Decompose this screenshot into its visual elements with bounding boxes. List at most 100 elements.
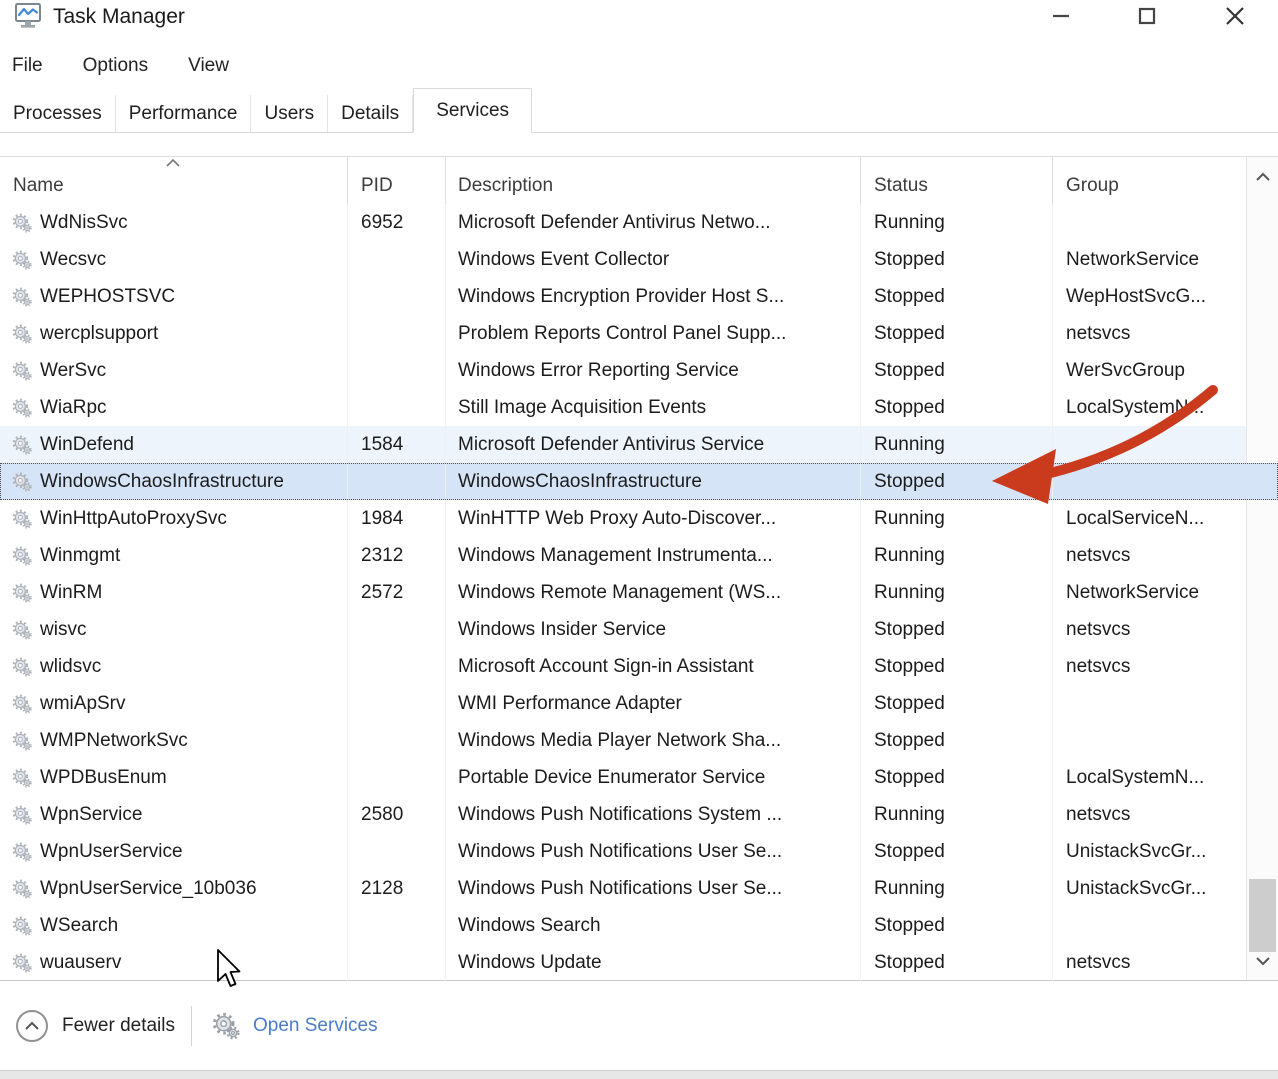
service-name: WEPHOSTSVC xyxy=(40,286,175,308)
service-row[interactable]: WPDBusEnum Portable Device Enumerator Se… xyxy=(0,759,1278,796)
table-body: WdNisSvc 6952 Microsoft Defender Antivir… xyxy=(0,204,1278,981)
window-title: Task Manager xyxy=(53,2,185,29)
service-name: Wecsvc xyxy=(40,249,106,271)
tab-users[interactable]: Users xyxy=(251,95,328,132)
column-header-group[interactable]: Group xyxy=(1052,157,1246,204)
service-status: Stopped xyxy=(860,685,1052,722)
service-pid: 6952 xyxy=(347,204,445,241)
service-row[interactable]: WSearch Windows Search Stopped xyxy=(0,907,1278,944)
service-row[interactable]: WpnUserService Windows Push Notification… xyxy=(0,833,1278,870)
menu-file[interactable]: File xyxy=(12,51,43,81)
scrollbar-thumb[interactable] xyxy=(1249,879,1276,952)
service-row[interactable]: WdNisSvc 6952 Microsoft Defender Antivir… xyxy=(0,204,1278,241)
service-gear-icon xyxy=(12,842,32,862)
service-description: WMI Performance Adapter xyxy=(445,685,860,722)
scroll-up-button[interactable] xyxy=(1247,161,1278,191)
service-status: Stopped xyxy=(860,648,1052,685)
menu-view[interactable]: View xyxy=(188,51,229,81)
service-row[interactable]: WpnService 2580 Windows Push Notificatio… xyxy=(0,796,1278,833)
service-row[interactable]: WinDefend 1584 Microsoft Defender Antivi… xyxy=(0,426,1278,463)
service-description: Windows Error Reporting Service xyxy=(445,352,860,389)
service-row[interactable]: WinHttpAutoProxySvc 1984 WinHTTP Web Pro… xyxy=(0,500,1278,537)
service-row[interactable]: WEPHOSTSVC Windows Encryption Provider H… xyxy=(0,278,1278,315)
tab-processes[interactable]: Processes xyxy=(0,95,116,132)
column-header-status[interactable]: Status xyxy=(860,157,1052,204)
service-description: Windows Search xyxy=(445,907,860,944)
maximize-button[interactable] xyxy=(1124,0,1170,32)
service-name-cell: WindowsChaosInfrastructure xyxy=(0,463,347,500)
service-group xyxy=(1052,685,1246,722)
open-services-link[interactable]: Open Services xyxy=(212,1012,378,1040)
column-header-description[interactable]: Description xyxy=(445,157,860,204)
service-gear-icon xyxy=(12,546,32,566)
service-name-cell: WMPNetworkSvc xyxy=(0,722,347,759)
service-name-cell: WinDefend xyxy=(0,426,347,463)
service-name: wuauserv xyxy=(40,952,121,974)
service-row[interactable]: WerSvc Windows Error Reporting Service S… xyxy=(0,352,1278,389)
services-list: Name PID Description Status Group WdNisS… xyxy=(0,156,1278,981)
service-status: Running xyxy=(860,574,1052,611)
service-pid: 2572 xyxy=(347,574,445,611)
service-gear-icon xyxy=(12,620,32,640)
service-row[interactable]: Winmgmt 2312 Windows Management Instrume… xyxy=(0,537,1278,574)
service-status: Running xyxy=(860,870,1052,907)
service-gear-icon xyxy=(12,398,32,418)
service-row[interactable]: wercplsupport Problem Reports Control Pa… xyxy=(0,315,1278,352)
tab-content-gap xyxy=(0,133,1278,156)
service-status: Running xyxy=(860,796,1052,833)
service-name-cell: Wecsvc xyxy=(0,241,347,278)
tab-services[interactable]: Services xyxy=(413,88,532,133)
tab-performance[interactable]: Performance xyxy=(116,95,252,132)
minimize-icon xyxy=(1050,5,1072,27)
minimize-button[interactable] xyxy=(1038,0,1084,32)
service-name-cell: WerSvc xyxy=(0,352,347,389)
menu-options[interactable]: Options xyxy=(83,51,148,81)
service-description: WinHTTP Web Proxy Auto-Discover... xyxy=(445,500,860,537)
service-row[interactable]: WinRM 2572 Windows Remote Management (WS… xyxy=(0,574,1278,611)
tab-details[interactable]: Details xyxy=(328,95,413,132)
service-row[interactable]: WMPNetworkSvc Windows Media Player Netwo… xyxy=(0,722,1278,759)
service-name: WpnService xyxy=(40,804,142,826)
service-status: Stopped xyxy=(860,315,1052,352)
footer-divider xyxy=(191,1006,192,1046)
title-bar: Task Manager xyxy=(0,0,1278,44)
service-row[interactable]: WiaRpc Still Image Acquisition Events St… xyxy=(0,389,1278,426)
service-group: LocalSystemN... xyxy=(1052,389,1246,426)
service-row[interactable]: wisvc Windows Insider Service Stopped ne… xyxy=(0,611,1278,648)
service-row[interactable]: wmiApSrv WMI Performance Adapter Stopped xyxy=(0,685,1278,722)
service-row[interactable]: WindowsChaosInfrastructure WindowsChaosI… xyxy=(0,463,1278,500)
column-header-name[interactable]: Name xyxy=(0,157,347,204)
fewer-details-label: Fewer details xyxy=(62,1015,175,1037)
column-header-pid[interactable]: PID xyxy=(347,157,445,204)
service-name: WpnUserService_10b036 xyxy=(40,878,257,900)
service-group: netsvcs xyxy=(1052,611,1246,648)
service-group: UnistackSvcGr... xyxy=(1052,833,1246,870)
service-row[interactable]: WpnUserService_10b036 2128 Windows Push … xyxy=(0,870,1278,907)
service-name: WinDefend xyxy=(40,434,134,456)
maximize-icon xyxy=(1136,5,1158,27)
service-description: Microsoft Account Sign-in Assistant xyxy=(445,648,860,685)
close-button[interactable] xyxy=(1212,0,1258,32)
service-row[interactable]: wuauserv Windows Update Stopped netsvcs xyxy=(0,944,1278,981)
fewer-details-button[interactable]: Fewer details xyxy=(16,1010,175,1042)
service-name-cell: WEPHOSTSVC xyxy=(0,278,347,315)
vertical-scrollbar[interactable] xyxy=(1246,157,1278,980)
service-gear-icon xyxy=(12,731,32,751)
service-group: NetworkService xyxy=(1052,241,1246,278)
service-gear-icon xyxy=(12,916,32,936)
service-status: Stopped xyxy=(860,611,1052,648)
service-row[interactable]: Wecsvc Windows Event Collector Stopped N… xyxy=(0,241,1278,278)
service-gear-icon xyxy=(12,805,32,825)
service-gear-icon xyxy=(12,287,32,307)
menu-bar: File Options View xyxy=(0,44,1278,88)
service-name: WinHttpAutoProxySvc xyxy=(40,508,227,530)
service-description: Windows Update xyxy=(445,944,860,981)
footer-bar: Fewer details Open Services xyxy=(0,981,1278,1070)
service-gear-icon xyxy=(12,657,32,677)
scroll-down-button[interactable] xyxy=(1247,946,1278,976)
service-row[interactable]: wlidsvc Microsoft Account Sign-in Assist… xyxy=(0,648,1278,685)
service-status: Stopped xyxy=(860,907,1052,944)
service-pid: 2312 xyxy=(347,537,445,574)
service-pid: 1984 xyxy=(347,500,445,537)
service-pid: 1584 xyxy=(347,426,445,463)
